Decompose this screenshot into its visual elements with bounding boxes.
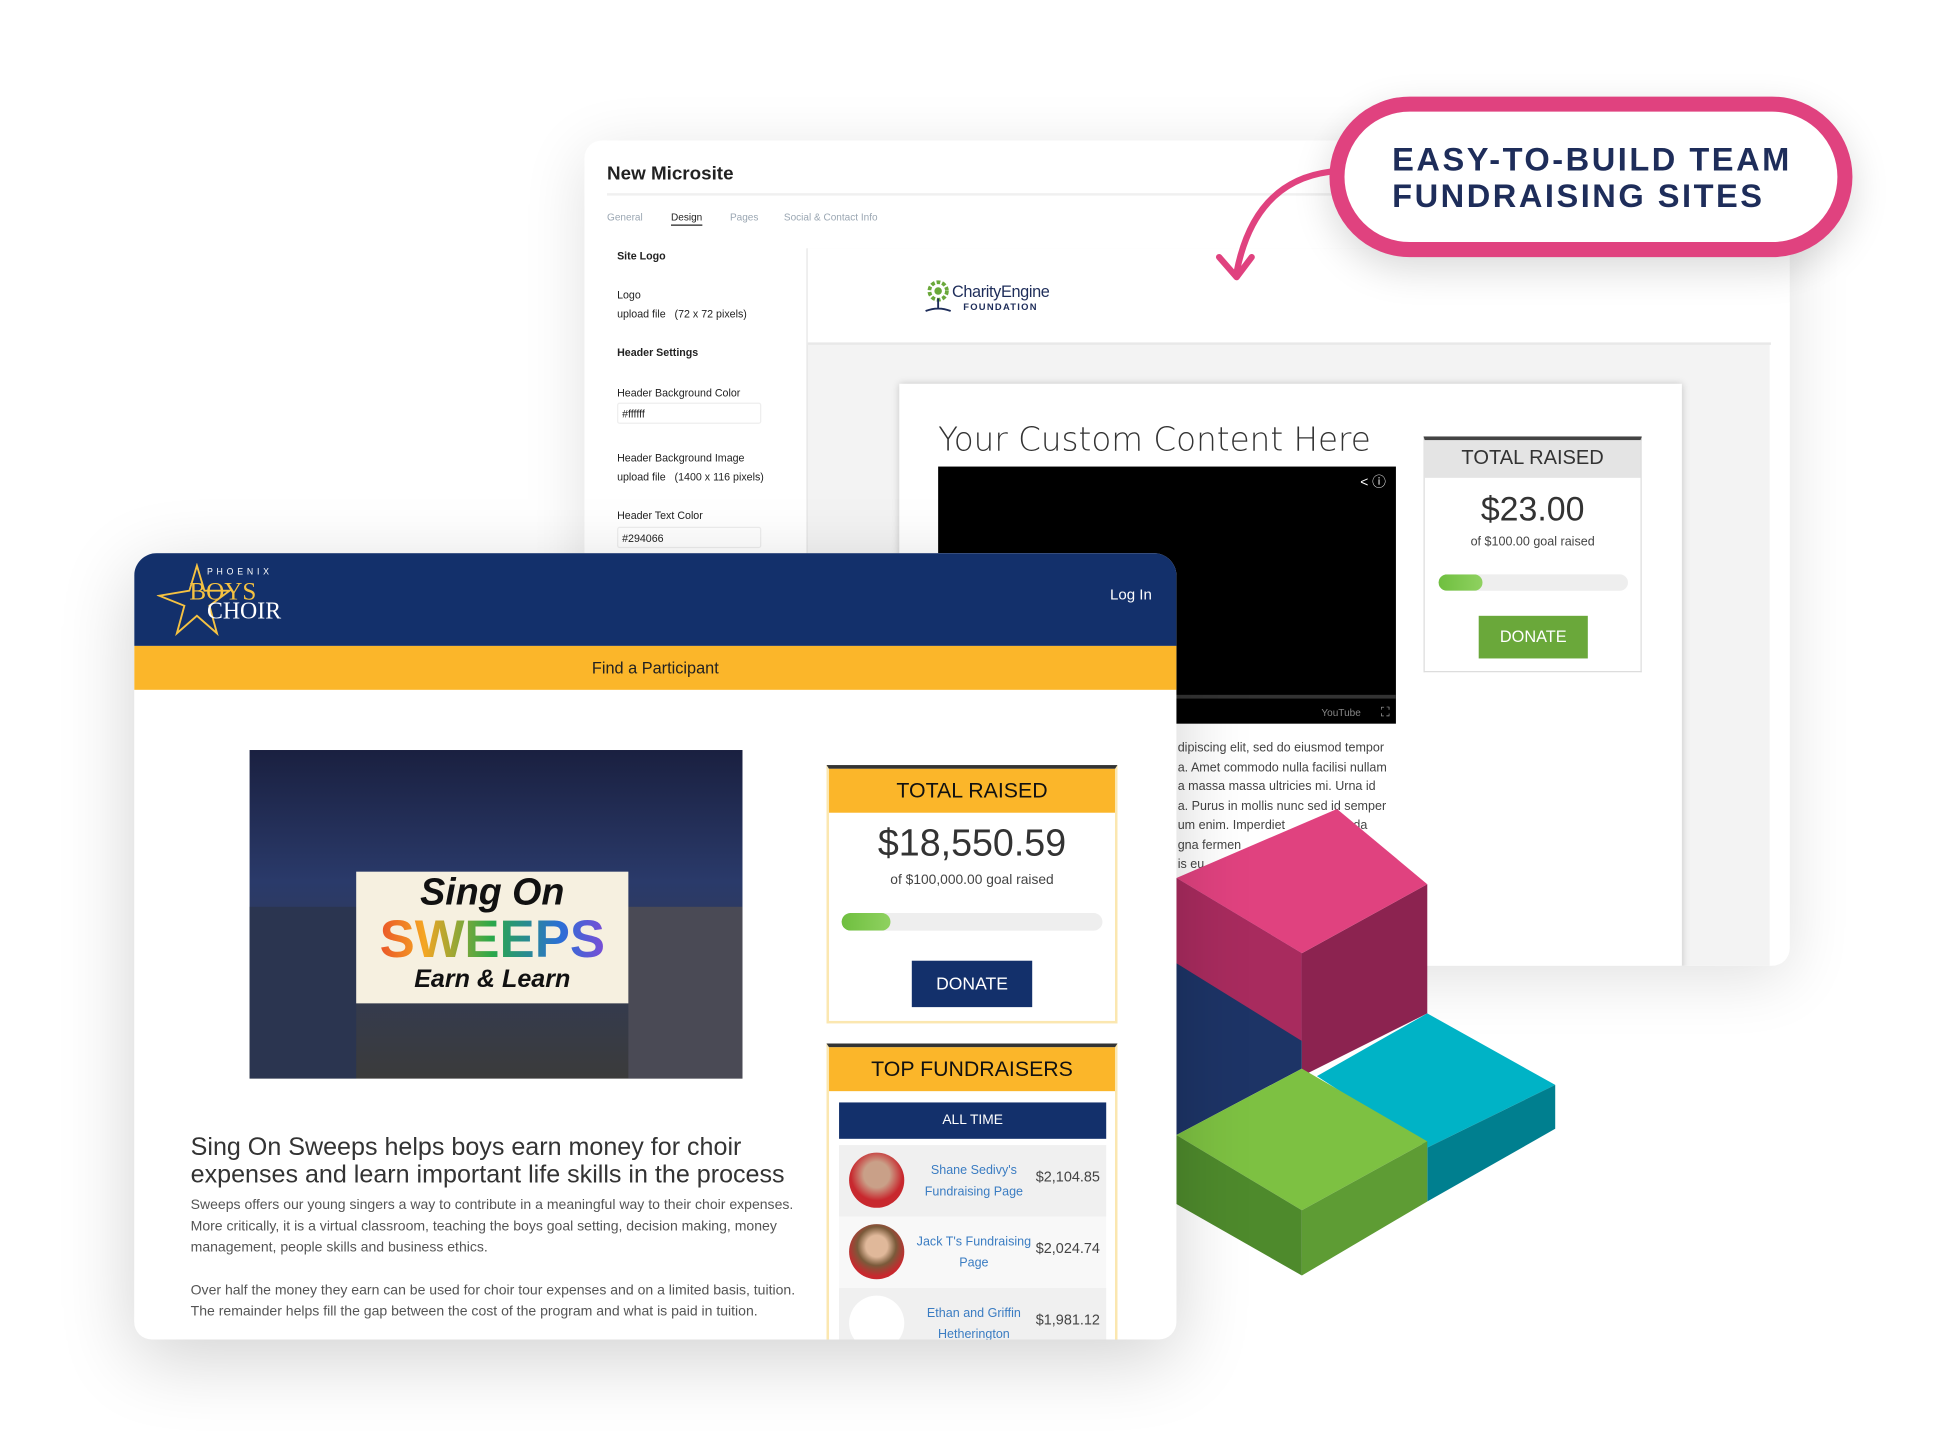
top-fundraisers-title: TOP FUNDRAISERS [829, 1047, 1115, 1092]
avatar [849, 1152, 905, 1208]
banner-line-3: Earn & Learn [414, 965, 571, 994]
tab-all-time[interactable]: ALL TIME [839, 1102, 1107, 1139]
photo-boy-right [628, 906, 743, 1079]
avatar [849, 1295, 905, 1340]
fundraiser-name-link[interactable]: Jack T's Fundraising Page [914, 1232, 1033, 1275]
avatar [849, 1224, 905, 1280]
goal-text: of $100,000.00 goal raised [890, 872, 1054, 888]
donate-button[interactable]: DONATE [911, 960, 1033, 1008]
campaign-paragraph-2: Over half the money they earn can be use… [190, 1283, 796, 1320]
fundraiser-name-link[interactable]: Shane Sedivy's Fundraising Page [914, 1160, 1033, 1203]
top-fundraisers-box: TOP FUNDRAISERS ALL TIME Shane Sedivy's … [826, 1043, 1118, 1340]
team-microsite-window: PHOENIX BOYS CHOIR Log In Find a Partici… [134, 553, 1177, 1340]
campaign-paragraph-1: Sweeps offers our young singers a way to… [190, 1197, 794, 1256]
total-raised-amount: $18,550.59 [877, 822, 1067, 865]
login-link[interactable]: Log In [1110, 586, 1152, 604]
fundraiser-amount: $1,981.12 [1035, 1313, 1100, 1329]
banner-line-2: SWEEPS [356, 912, 628, 965]
sing-on-sweeps-banner: Sing On SWEEPS Earn & Learn [356, 871, 629, 1004]
campaign-heading: Sing On Sweeps helps boys earn money for… [190, 1133, 785, 1189]
fundraiser-amount: $2,104.85 [1035, 1170, 1100, 1186]
fundraiser-row[interactable]: Ethan and Griffin Hetherington $1,981.12 [839, 1288, 1107, 1340]
find-participant-link[interactable]: Find a Participant [134, 645, 1177, 690]
photo-boy-left [249, 906, 357, 1079]
fundraiser-row[interactable]: Shane Sedivy's Fundraising Page $2,104.8… [839, 1145, 1107, 1217]
banner-line-1: Sing On [420, 871, 565, 914]
logo-choir: CHOIR [206, 598, 282, 625]
logo-phoenix: PHOENIX [206, 568, 273, 577]
progress-bar [841, 913, 1103, 931]
total-raised-title: TOTAL RAISED [829, 768, 1115, 813]
fundraiser-row[interactable]: Jack T's Fundraising Page $2,024.74 [839, 1216, 1107, 1289]
fundraiser-name-link[interactable]: Ethan and Griffin Hetherington [914, 1303, 1033, 1340]
fundraiser-amount: $2,024.74 [1035, 1241, 1100, 1257]
total-raised-box: TOTAL RAISED $18,550.59 of $100,000.00 g… [826, 765, 1118, 1024]
site-header: PHOENIX BOYS CHOIR Log In [134, 553, 1177, 646]
campaign-photo-collage: Sing On SWEEPS Earn & Learn [249, 750, 743, 1079]
